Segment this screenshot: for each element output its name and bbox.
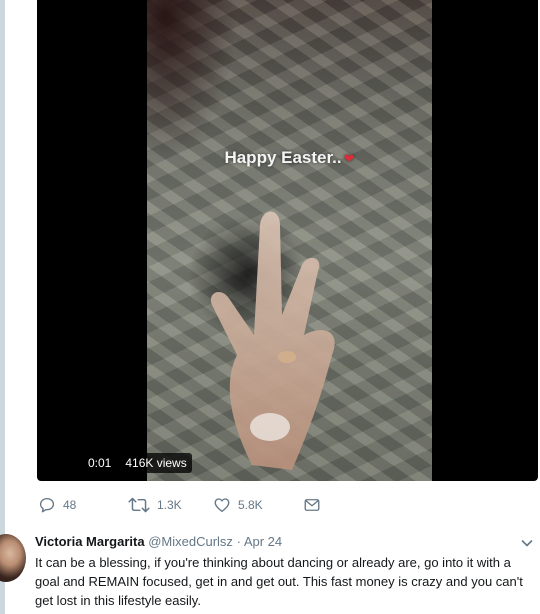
video-caption: Happy Easter.. ❤ [147, 148, 432, 168]
retweet-icon [128, 497, 150, 513]
tweet-actions: 48 1.3K 5.8K [38, 495, 321, 515]
like-icon [214, 498, 230, 513]
header-separator: · [236, 534, 241, 549]
retweet-button[interactable]: 1.3K [128, 496, 213, 514]
thread-line [0, 0, 5, 614]
reply-tweet[interactable]: Victoria Margarita @MixedCurlsz · Apr 24… [0, 528, 540, 614]
retweet-count: 1.3K [157, 498, 182, 512]
caption-text: Happy Easter.. [224, 148, 342, 167]
video-frame: Happy Easter.. ❤ [147, 0, 432, 481]
user-handle[interactable]: @MixedCurlsz [148, 534, 233, 549]
tweet-text: It can be a blessing, if you're thinking… [35, 555, 523, 608]
hand-image [210, 211, 335, 470]
like-button[interactable]: 5.8K [213, 496, 303, 514]
like-count: 5.8K [238, 498, 263, 512]
heart-emoji-icon: ❤ [343, 151, 355, 166]
video-player[interactable]: Happy Easter.. ❤ 0:01 416K views [37, 0, 538, 481]
direct-message-button[interactable] [303, 496, 321, 514]
video-views: 416K views [120, 453, 192, 473]
avatar[interactable] [0, 534, 26, 582]
video-time: 0:01 [83, 453, 117, 473]
reply-icon [39, 497, 55, 513]
reply-button[interactable]: 48 [38, 496, 128, 514]
message-icon [304, 499, 320, 511]
display-name[interactable]: Victoria Margarita [35, 534, 145, 549]
video-info-badges: 0:01 416K views [83, 453, 192, 473]
reply-count: 48 [63, 498, 77, 512]
video-shadow [147, 0, 237, 160]
chevron-down-icon[interactable] [521, 537, 533, 549]
tweet-header: Victoria Margarita @MixedCurlsz · Apr 24 [35, 534, 282, 550]
tweet-date[interactable]: Apr 24 [244, 534, 282, 549]
